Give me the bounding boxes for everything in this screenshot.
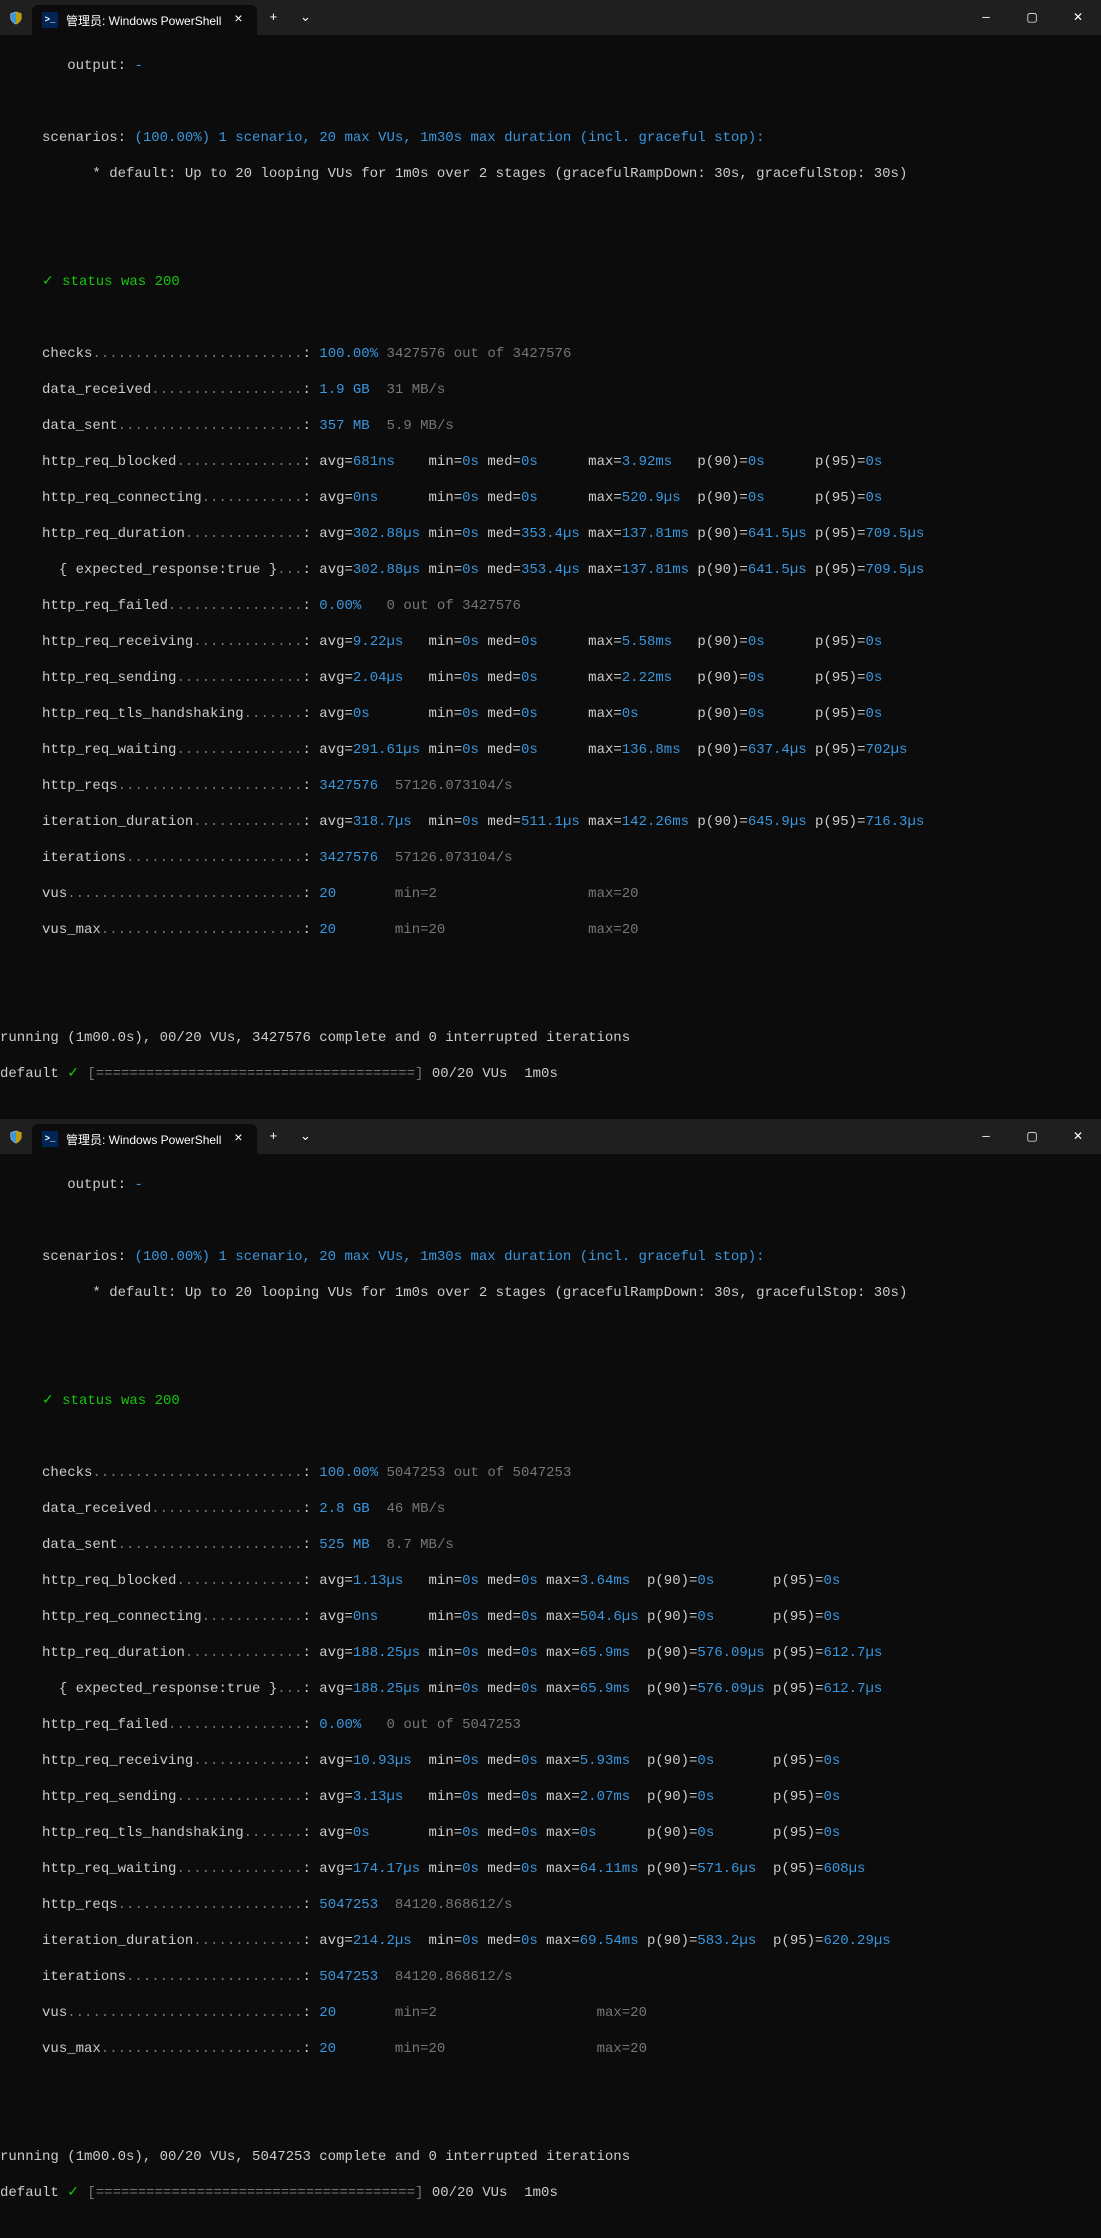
new-tab-button[interactable]: +: [257, 0, 289, 35]
scenarios-label: scenarios:: [42, 1249, 126, 1265]
tab-area: >_ 管理员: Windows PowerShell × + ⌄: [0, 1119, 321, 1154]
status-check: ✓ status was 200: [42, 274, 180, 290]
metric-iterations: iterations.....................: 5047253…: [0, 1968, 1101, 1986]
minimize-button[interactable]: ─: [963, 0, 1009, 35]
progress-bar: default ✓ [=============================…: [0, 2184, 1101, 2202]
metric-vus-max: vus_max........................: 20 min=…: [0, 921, 1101, 939]
scenarios-summary: (100.00%) 1 scenario, 20 max VUs, 1m30s …: [134, 130, 764, 146]
admin-shield-icon: [8, 10, 24, 26]
metric-http-req-waiting: http_req_waiting...............: avg=291…: [0, 741, 1101, 759]
titlebar[interactable]: >_ 管理员: Windows PowerShell × + ⌄ ─ ▢ ✕: [0, 1119, 1101, 1154]
close-tab-button[interactable]: ×: [229, 1130, 247, 1148]
metric-data-received: data_received..................: 1.9 GB …: [0, 381, 1101, 399]
powershell-icon: >_: [42, 1131, 58, 1147]
terminal-window-2: >_ 管理员: Windows PowerShell × + ⌄ ─ ▢ ✕ o…: [0, 1119, 1101, 2238]
output-value: -: [134, 58, 142, 74]
metric-data-received: data_received..................: 2.8 GB …: [0, 1500, 1101, 1518]
powershell-icon: >_: [42, 12, 58, 28]
metric-http-req-sending: http_req_sending...............: avg=3.1…: [0, 1788, 1101, 1806]
scenarios-summary: (100.00%) 1 scenario, 20 max VUs, 1m30s …: [134, 1249, 764, 1265]
metric-expected-response: { expected_response:true }...: avg=188.2…: [0, 1680, 1101, 1698]
metric-http-req-receiving: http_req_receiving.............: avg=9.2…: [0, 633, 1101, 651]
close-button[interactable]: ✕: [1055, 1119, 1101, 1154]
scenarios-detail: * default: Up to 20 looping VUs for 1m0s…: [0, 1284, 1101, 1302]
terminal-output-2[interactable]: output: - scenarios: (100.00%) 1 scenari…: [0, 1154, 1101, 2238]
metric-http-req-duration: http_req_duration..............: avg=302…: [0, 525, 1101, 543]
tab-dropdown-button[interactable]: ⌄: [289, 0, 321, 35]
metric-data-sent: data_sent......................: 525 MB …: [0, 1536, 1101, 1554]
metric-http-req-blocked: http_req_blocked...............: avg=681…: [0, 453, 1101, 471]
metric-http-req-tls: http_req_tls_handshaking.......: avg=0s …: [0, 1824, 1101, 1842]
metric-checks: checks.........................: 100.00%…: [0, 1464, 1101, 1482]
running-status: running (1m00.0s), 00/20 VUs, 3427576 co…: [0, 1029, 1101, 1047]
terminal-output-1[interactable]: output: - scenarios: (100.00%) 1 scenari…: [0, 35, 1101, 1119]
titlebar[interactable]: >_ 管理员: Windows PowerShell × + ⌄ ─ ▢ ✕: [0, 0, 1101, 35]
metric-http-req-connecting: http_req_connecting............: avg=0ns…: [0, 1608, 1101, 1626]
tab-title: 管理员: Windows PowerShell: [66, 1131, 221, 1148]
metric-http-req-waiting: http_req_waiting...............: avg=174…: [0, 1860, 1101, 1878]
metric-iteration-duration: iteration_duration.............: avg=318…: [0, 813, 1101, 831]
maximize-button[interactable]: ▢: [1009, 0, 1055, 35]
metric-data-sent: data_sent......................: 357 MB …: [0, 417, 1101, 435]
minimize-button[interactable]: ─: [963, 1119, 1009, 1154]
metric-http-req-blocked: http_req_blocked...............: avg=1.1…: [0, 1572, 1101, 1590]
metric-http-req-duration: http_req_duration..............: avg=188…: [0, 1644, 1101, 1662]
status-check: ✓ status was 200: [42, 1393, 180, 1409]
window-controls: ─ ▢ ✕: [963, 0, 1101, 35]
metric-http-req-sending: http_req_sending...............: avg=2.0…: [0, 669, 1101, 687]
metric-iteration-duration: iteration_duration.............: avg=214…: [0, 1932, 1101, 1950]
scenarios-detail: * default: Up to 20 looping VUs for 1m0s…: [0, 165, 1101, 183]
progress-bar: default ✓ [=============================…: [0, 1065, 1101, 1083]
window-controls: ─ ▢ ✕: [963, 1119, 1101, 1154]
metric-http-req-connecting: http_req_connecting............: avg=0ns…: [0, 489, 1101, 507]
terminal-window-1: >_ 管理员: Windows PowerShell × + ⌄ ─ ▢ ✕ o…: [0, 0, 1101, 1119]
new-tab-button[interactable]: +: [257, 1119, 289, 1154]
output-label: output:: [67, 1177, 126, 1193]
tab-active[interactable]: >_ 管理员: Windows PowerShell ×: [32, 1124, 257, 1154]
close-tab-button[interactable]: ×: [229, 11, 247, 29]
tab-active[interactable]: >_ 管理员: Windows PowerShell ×: [32, 5, 257, 35]
scenarios-label: scenarios:: [42, 130, 126, 146]
maximize-button[interactable]: ▢: [1009, 1119, 1055, 1154]
metric-vus: vus............................: 20 min=…: [0, 885, 1101, 903]
metric-http-req-tls: http_req_tls_handshaking.......: avg=0s …: [0, 705, 1101, 723]
tab-dropdown-button[interactable]: ⌄: [289, 1119, 321, 1154]
metric-http-req-failed: http_req_failed................: 0.00% 0…: [0, 1716, 1101, 1734]
metric-iterations: iterations.....................: 3427576…: [0, 849, 1101, 867]
metric-http-reqs: http_reqs......................: 3427576…: [0, 777, 1101, 795]
metric-http-req-failed: http_req_failed................: 0.00% 0…: [0, 597, 1101, 615]
admin-shield-icon: [8, 1129, 24, 1145]
running-status: running (1m00.0s), 00/20 VUs, 5047253 co…: [0, 2148, 1101, 2166]
metric-expected-response: { expected_response:true }...: avg=302.8…: [0, 561, 1101, 579]
metric-checks: checks.........................: 100.00%…: [0, 345, 1101, 363]
output-value: -: [134, 1177, 142, 1193]
tab-area: >_ 管理员: Windows PowerShell × + ⌄: [0, 0, 321, 35]
close-button[interactable]: ✕: [1055, 0, 1101, 35]
tab-title: 管理员: Windows PowerShell: [66, 12, 221, 29]
metric-vus-max: vus_max........................: 20 min=…: [0, 2040, 1101, 2058]
metric-http-reqs: http_reqs......................: 5047253…: [0, 1896, 1101, 1914]
metric-vus: vus............................: 20 min=…: [0, 2004, 1101, 2022]
output-label: output:: [67, 58, 126, 74]
metric-http-req-receiving: http_req_receiving.............: avg=10.…: [0, 1752, 1101, 1770]
